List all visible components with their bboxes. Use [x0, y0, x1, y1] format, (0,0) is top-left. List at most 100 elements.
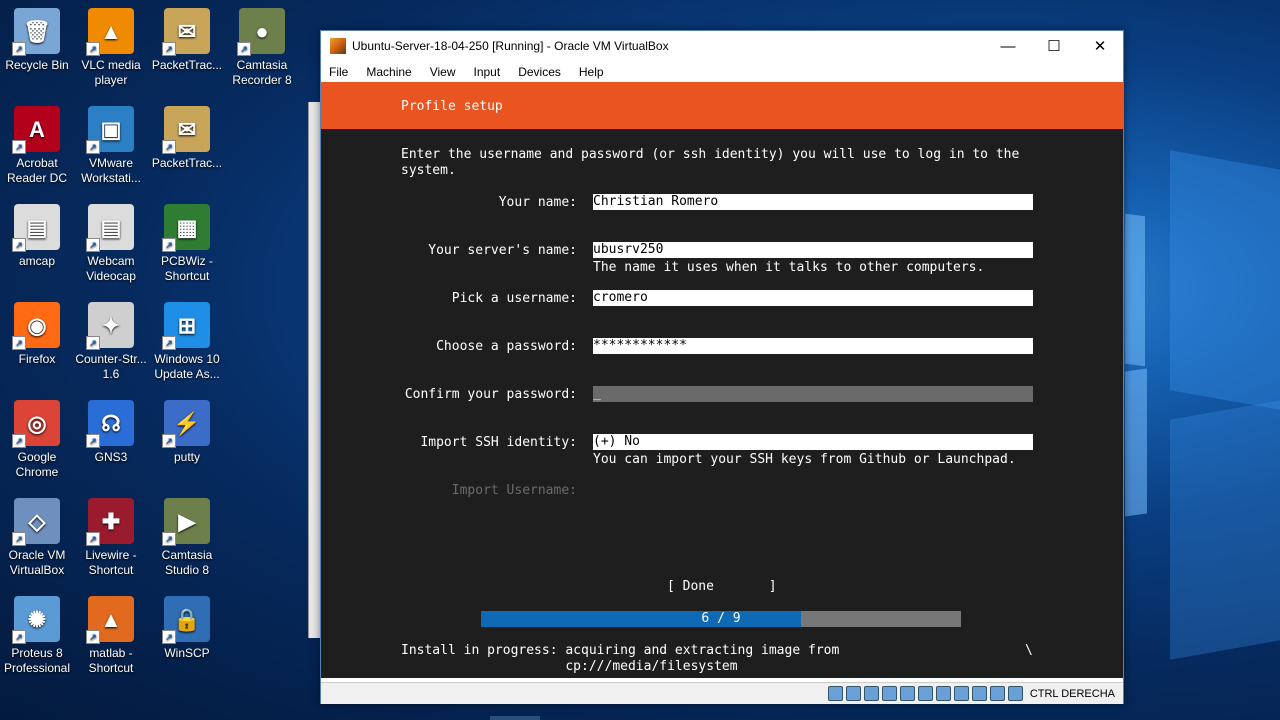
desktop-icon[interactable]: ▤ ↗ amcap: [0, 204, 74, 269]
virtualbox-app-icon: [330, 38, 346, 54]
installer-header-title: Profile setup: [401, 99, 503, 114]
desktop-icon-label: VLC media player: [81, 58, 141, 87]
desktop-icon[interactable]: ◎ ↗ Google Chrome: [0, 400, 74, 480]
desktop-icon[interactable]: ◇ ↗ Oracle VM VirtualBox: [0, 498, 74, 578]
desktop-icon[interactable]: ▶ ↗ Camtasia Studio 8: [150, 498, 224, 578]
desktop-icon-label: Google Chrome: [15, 450, 59, 479]
desktop-icon[interactable]: ▲ ↗ VLC media player: [74, 8, 148, 88]
acrobat-icon: A ↗: [12, 106, 60, 154]
display-icon[interactable]: [935, 686, 951, 701]
desktop-icon[interactable]: ✉ ↗ PacketTrac...: [150, 106, 224, 171]
installer-header: Profile setup: [321, 82, 1123, 129]
desktop-icon[interactable]: ☊ ↗ GNS3: [74, 400, 148, 465]
server-name-input[interactable]: ubusrv250: [593, 242, 1033, 258]
desktop-icon[interactable]: ✉ ↗ PacketTrac...: [150, 8, 224, 73]
vmware-icon: ▣ ↗: [86, 106, 134, 154]
shortcut-arrow-icon: ↗: [86, 42, 100, 56]
desktop-icon[interactable]: A ↗ Acrobat Reader DC: [0, 106, 74, 186]
mouse-integration-icon[interactable]: [989, 686, 1005, 701]
desktop-icon-label: Livewire - Shortcut: [85, 548, 137, 577]
shortcut-arrow-icon: ↗: [12, 532, 26, 546]
putty-icon: ⚡ ↗: [162, 400, 210, 448]
shortcut-arrow-icon: ↗: [237, 42, 251, 56]
desktop-icon[interactable]: ▲ ↗ matlab - Shortcut: [74, 596, 148, 676]
cpu-icon[interactable]: [971, 686, 987, 701]
desktop-icon[interactable]: ⚡ ↗ putty: [150, 400, 224, 465]
desktop-icon-label: Proteus 8 Professional: [3, 646, 71, 675]
done-button[interactable]: [ Done ]: [667, 579, 777, 594]
desktop-icon[interactable]: ▤ ↗ Webcam Videocap: [74, 204, 148, 284]
desktop-icon[interactable]: ✚ ↗ Livewire - Shortcut: [74, 498, 148, 578]
menu-view[interactable]: View: [430, 65, 456, 79]
desktop-icon[interactable]: ✦ ↗ Counter-Str... 1.6: [74, 302, 148, 382]
menu-machine[interactable]: Machine: [366, 65, 411, 79]
desktop-icon-label: Windows 10 Update As...: [154, 352, 220, 381]
menu-help[interactable]: Help: [579, 65, 604, 79]
chrome-icon: ◎ ↗: [12, 400, 60, 448]
ssh-identity-label: Import SSH identity:: [420, 435, 577, 450]
desktop-icon-label: amcap: [18, 254, 56, 268]
menu-input[interactable]: Input: [474, 65, 501, 79]
installer-intro-text: Enter the username and password (or ssh …: [401, 147, 1020, 178]
network-icon[interactable]: [881, 686, 897, 701]
desktop-icon-label: Webcam Videocap: [86, 254, 136, 283]
shortcut-arrow-icon: ↗: [86, 336, 100, 350]
desktop-icon[interactable]: 🔒 ↗ WinSCP: [150, 596, 224, 661]
hdd-icon[interactable]: [827, 686, 843, 701]
maximize-button[interactable]: ☐: [1031, 31, 1077, 61]
confirm-password-input[interactable]: _: [593, 386, 1033, 402]
proteus-icon: ✺ ↗: [12, 596, 60, 644]
shortcut-arrow-icon: ↗: [86, 532, 100, 546]
ssh-identity-select[interactable]: (+) No: [593, 434, 1033, 450]
desktop-icon[interactable]: ▣ ↗ VMware Workstati...: [74, 106, 148, 186]
desktop-icon-label: Firefox: [18, 352, 56, 366]
host-key-label: CTRL DERECHA: [1029, 687, 1115, 700]
field-row-ssh: Import SSH identity: (+) No You can impo…: [321, 434, 1123, 467]
amcap-icon: ▤ ↗: [12, 204, 60, 252]
cd-icon[interactable]: [845, 686, 861, 701]
recycle-bin-icon: 🗑 ↗: [12, 8, 60, 56]
virtualbox-icon: ◇ ↗: [12, 498, 60, 546]
windows-update-icon: ⊞ ↗: [162, 302, 210, 350]
menu-devices[interactable]: Devices: [518, 65, 561, 79]
username-input[interactable]: cromero: [593, 290, 1033, 306]
name-input[interactable]: Christian Romero: [593, 194, 1033, 210]
recording-icon[interactable]: [1007, 686, 1023, 701]
desktop-icon[interactable]: ✺ ↗ Proteus 8 Professional: [0, 596, 74, 676]
name-label: Your name:: [498, 195, 577, 210]
webcam-icon: ▤ ↗: [86, 204, 134, 252]
wallpaper-beam: [1170, 400, 1280, 660]
desktop-icon[interactable]: ● ↗ Camtasia Recorder 8: [225, 8, 299, 88]
shortcut-arrow-icon: ↗: [162, 42, 176, 56]
close-button[interactable]: ✕: [1077, 31, 1123, 61]
window-titlebar[interactable]: Ubuntu-Server-18-04-250 [Running] - Orac…: [321, 31, 1123, 61]
shortcut-arrow-icon: ↗: [12, 630, 26, 644]
import-username-label: Import Username:: [451, 483, 577, 498]
desktop-icon[interactable]: 🗑 ↗ Recycle Bin: [0, 8, 74, 73]
minimize-button[interactable]: —: [985, 31, 1031, 61]
usb-icon[interactable]: [899, 686, 915, 701]
audio-icon[interactable]: [863, 686, 879, 701]
username-label: Pick a username:: [451, 291, 577, 306]
install-spinner: \: [1025, 643, 1033, 658]
desktop-icon[interactable]: ◉ ↗ Firefox: [0, 302, 74, 367]
install-status-text: Install in progress: acquiring and extra…: [401, 643, 840, 674]
wallpaper-beam: [1170, 150, 1280, 410]
menu-file[interactable]: File: [329, 65, 348, 79]
desktop-icon-label: Oracle VM VirtualBox: [8, 548, 66, 577]
gns3-icon: ☊ ↗: [86, 400, 134, 448]
vm-statusbar: CTRL DERECHA: [321, 682, 1123, 704]
server-name-label: Your server's name:: [428, 243, 577, 258]
shortcut-arrow-icon: ↗: [86, 140, 100, 154]
desktop-icon[interactable]: ⊞ ↗ Windows 10 Update As...: [150, 302, 224, 382]
desktop-icon-label: Counter-Str... 1.6: [75, 352, 147, 381]
shared-folder-icon[interactable]: [917, 686, 933, 701]
shortcut-arrow-icon: ↗: [86, 238, 100, 252]
desktop-icon-label: Camtasia Studio 8: [161, 548, 213, 577]
password-input[interactable]: ************: [593, 338, 1033, 354]
shortcut-arrow-icon: ↗: [162, 336, 176, 350]
vm-screen[interactable]: Profile setup Enter the username and pas…: [321, 82, 1123, 678]
wallpaper-beam: [1125, 368, 1147, 517]
video-capture-icon[interactable]: [953, 686, 969, 701]
desktop-icon[interactable]: ▦ ↗ PCBWiz - Shortcut: [150, 204, 224, 284]
